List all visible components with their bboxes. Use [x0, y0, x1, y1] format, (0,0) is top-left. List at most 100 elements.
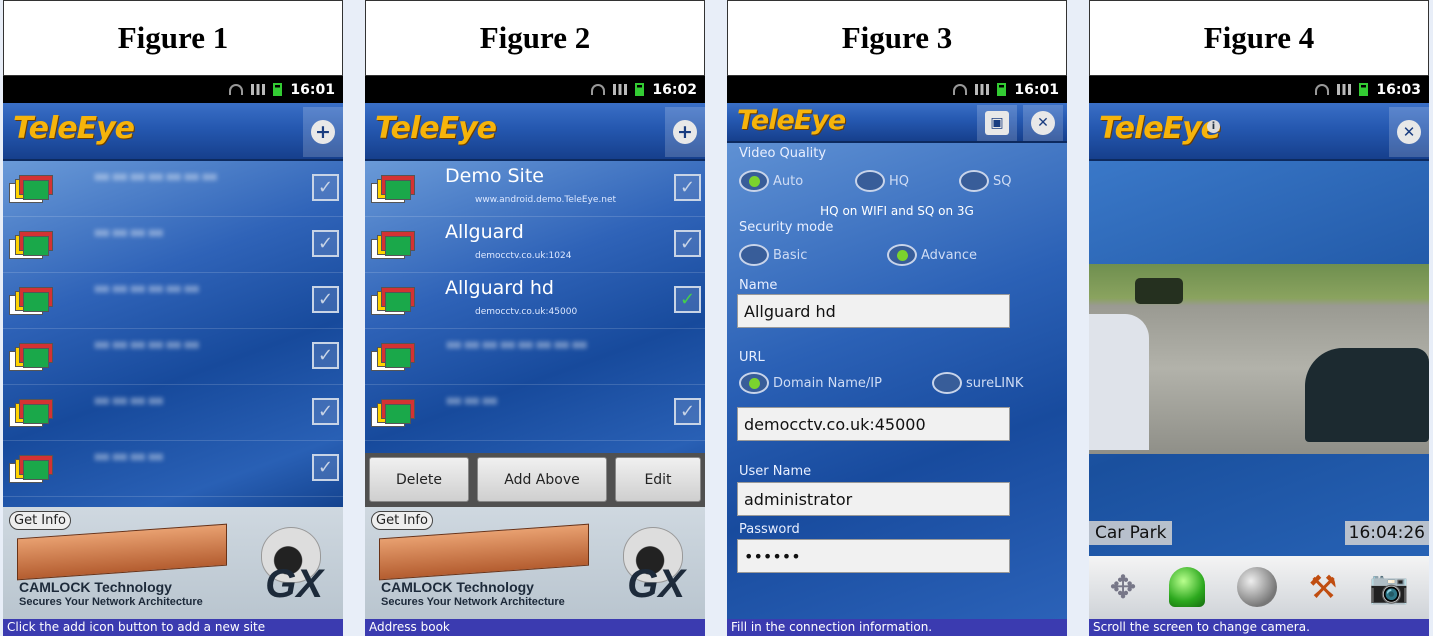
sec-advance-radio[interactable]: Advance: [887, 244, 977, 266]
close-icon: ✕: [1397, 120, 1421, 144]
blurred-site-name: ▬▬▬▬▬▬▬▬: [445, 333, 589, 355]
close-icon: ✕: [1031, 111, 1055, 135]
teleeye-logo: TeleEye: [13, 111, 135, 146]
list-item[interactable]: ▬▬▬▬▬▬▬▬: [365, 329, 705, 385]
vq-note: HQ on WIFI and SQ on 3G: [820, 204, 974, 218]
ad-tagline: Secures Your Network Architecture: [381, 596, 565, 608]
teleeye-logo: TeleEye: [737, 105, 846, 136]
site-checkbox[interactable]: ✓: [312, 342, 339, 369]
site-checkbox[interactable]: ✓: [312, 398, 339, 425]
site-card-icon: [371, 398, 415, 428]
figure-3-panel: Figure 3 16:01 TeleEye ▣ ✕ Video Quality…: [727, 0, 1067, 636]
info-icon[interactable]: i: [1207, 120, 1220, 133]
list-item[interactable]: Allguard hd democctv.co.uk:45000 ✓: [365, 273, 705, 329]
wifi-icon: [591, 84, 606, 95]
figure-1-panel: Figure 1 16:01 TeleEye + ▬▬▬▬▬▬▬ ✓ ▬▬▬▬ …: [3, 0, 343, 636]
blurred-site-name: ▬▬▬▬▬▬: [93, 277, 201, 299]
save-button[interactable]: ▣: [977, 105, 1017, 141]
site-checkbox[interactable]: ✓: [312, 286, 339, 313]
sec-basic-radio[interactable]: Basic: [739, 244, 807, 266]
site-checkbox[interactable]: ✓: [674, 230, 701, 257]
delete-button[interactable]: Delete: [369, 457, 469, 502]
ad-banner[interactable]: Get Info CAMLOCK Technology Secures Your…: [3, 507, 343, 619]
list-item[interactable]: ▬▬▬▬▬▬ ✓: [3, 329, 343, 385]
add-icon: +: [311, 120, 335, 144]
ad-headline: CAMLOCK Technology: [381, 579, 534, 595]
get-info-button[interactable]: Get Info: [9, 511, 71, 530]
url-field[interactable]: democctv.co.uk:45000: [737, 407, 1010, 441]
user-name-field[interactable]: administrator: [737, 482, 1010, 516]
site-url: democctv.co.uk:45000: [475, 307, 578, 317]
figure-title: Figure 3: [727, 0, 1067, 76]
close-button[interactable]: ✕: [1023, 105, 1063, 141]
list-item[interactable]: ▬▬▬ ✓: [365, 385, 705, 441]
vq-sq-radio[interactable]: SQ: [959, 170, 1011, 192]
list-item[interactable]: Demo Site www.android.demo.TeleEye.net ✓: [365, 161, 705, 217]
site-checkbox[interactable]: ✓: [312, 174, 339, 201]
site-card-icon: [9, 454, 53, 484]
list-item[interactable]: ▬▬▬▬▬▬ ✓: [3, 273, 343, 329]
wifi-icon: [953, 84, 968, 95]
site-name: Demo Site: [445, 165, 544, 187]
alarm-light-icon[interactable]: [1161, 563, 1213, 611]
gx-logo: GX: [627, 562, 685, 606]
site-card-icon: [371, 286, 415, 316]
android-status-bar: 16:02: [365, 76, 705, 103]
get-info-button[interactable]: Get Info: [371, 511, 433, 530]
password-field[interactable]: ••••••: [737, 539, 1010, 573]
list-item[interactable]: Allguard democctv.co.uk:1024 ✓: [365, 217, 705, 273]
list-item[interactable]: ▬▬▬▬▬▬▬ ✓: [3, 161, 343, 217]
blurred-site-name: ▬▬▬▬▬▬: [93, 333, 201, 355]
url-domain-radio[interactable]: Domain Name/IP: [739, 372, 882, 394]
signal-icon: [1337, 84, 1352, 95]
ad-banner[interactable]: Get Info CAMLOCK Technology Secures Your…: [365, 507, 705, 619]
site-card-icon: [371, 230, 415, 260]
parked-van: [1089, 314, 1149, 450]
app-bar: TeleEye +: [3, 103, 343, 161]
globe-icon[interactable]: [1231, 563, 1283, 611]
site-checkbox[interactable]: ✓: [674, 174, 701, 201]
android-status-bar: 16:01: [727, 76, 1067, 103]
signal-icon: [251, 84, 266, 95]
status-line: Address book: [365, 619, 705, 636]
url-surelink-radio[interactable]: sureLINK: [932, 372, 1023, 394]
site-checkbox[interactable]: ✓: [312, 230, 339, 257]
close-button[interactable]: ✕: [1389, 107, 1429, 157]
list-item[interactable]: ▬▬▬▬ ✓: [3, 441, 343, 497]
camera-time: 16:04:26: [1344, 521, 1429, 545]
wifi-icon: [1315, 84, 1330, 95]
add-above-button[interactable]: Add Above: [477, 457, 607, 502]
blurred-site-name: ▬▬▬: [445, 389, 499, 411]
camera-video-feed[interactable]: [1089, 264, 1429, 454]
gx-logo: GX: [265, 562, 323, 606]
site-list[interactable]: ▬▬▬▬▬▬▬ ✓ ▬▬▬▬ ✓ ▬▬▬▬▬▬ ✓ ▬▬▬▬▬▬ ✓ ▬▬▬▬ …: [3, 161, 343, 507]
site-checkbox[interactable]: ✓: [674, 398, 701, 425]
figure-title: Figure 2: [365, 0, 705, 76]
clock: 16:01: [1014, 81, 1059, 98]
site-name: Allguard hd: [445, 277, 554, 299]
add-site-button[interactable]: +: [665, 107, 705, 157]
name-label: Name: [739, 278, 778, 293]
action-bar: Delete Add Above Edit: [365, 453, 705, 507]
list-item[interactable]: ▬▬▬▬ ✓: [3, 385, 343, 441]
site-checkbox[interactable]: ✓: [312, 454, 339, 481]
site-card-icon: [9, 286, 53, 316]
app-bar: TeleEye i ✕: [1089, 103, 1429, 161]
site-checkbox-checked[interactable]: ✓: [674, 286, 701, 313]
clock: 16:01: [290, 81, 335, 98]
battery-icon: [635, 83, 645, 96]
vq-auto-radio[interactable]: Auto: [739, 170, 803, 192]
list-item[interactable]: ▬▬▬▬ ✓: [3, 217, 343, 273]
signal-icon: [975, 84, 990, 95]
edit-button[interactable]: Edit: [615, 457, 701, 502]
name-field[interactable]: Allguard hd: [737, 294, 1010, 328]
vq-hq-radio[interactable]: HQ: [855, 170, 909, 192]
signal-icon: [613, 84, 628, 95]
snapshot-icon[interactable]: 📷: [1363, 563, 1415, 611]
add-site-button[interactable]: +: [303, 107, 343, 157]
android-status-bar: 16:01: [3, 76, 343, 103]
site-url: www.android.demo.TeleEye.net: [475, 195, 617, 205]
status-line: Fill in the connection information.: [727, 619, 1067, 636]
ptz-move-icon[interactable]: ✥: [1097, 563, 1149, 611]
tools-icon[interactable]: ⚒: [1297, 563, 1349, 611]
